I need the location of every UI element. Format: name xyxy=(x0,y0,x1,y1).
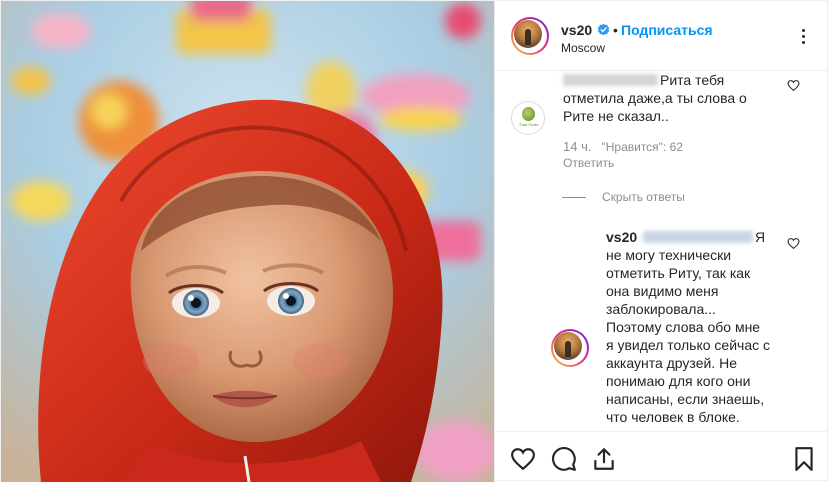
reply-like-heart-icon[interactable] xyxy=(787,237,800,250)
comment-meta: 14 ч. "Нравится": 62 xyxy=(563,139,683,154)
comments-list[interactable]: Fast Fruits Рита тебя отметила даже,а ты… xyxy=(495,71,828,431)
share-icon[interactable] xyxy=(591,446,617,472)
post-location[interactable]: Moscow xyxy=(561,41,605,55)
comment-time[interactable]: 14 ч. xyxy=(563,139,591,154)
reply-username[interactable]: vs20 xyxy=(606,229,637,245)
comment-icon[interactable] xyxy=(551,446,577,472)
reply-button[interactable]: Ответить xyxy=(563,156,614,170)
post-header: vs20 • Подписаться Moscow xyxy=(495,1,828,71)
post-image[interactable] xyxy=(1,1,494,482)
reply-author-avatar[interactable] xyxy=(551,329,589,367)
hide-replies-line xyxy=(562,197,586,199)
reply-text: Я не могу технически отметить Риту, так … xyxy=(606,229,771,425)
comment-body: Рита тебя отметила даже,а ты слова о Рит… xyxy=(563,71,773,125)
bookmark-icon[interactable] xyxy=(791,446,817,472)
more-options-icon[interactable] xyxy=(795,28,813,46)
instagram-post: vs20 • Подписаться Moscow Fast Fruits Ри… xyxy=(0,0,828,482)
comment-likes[interactable]: "Нравится": 62 xyxy=(601,140,683,154)
author-username[interactable]: vs20 xyxy=(561,22,592,38)
post-side-panel: vs20 • Подписаться Moscow Fast Fruits Ри… xyxy=(494,1,828,482)
reply-body: vs20 Я не могу технически отметить Риту,… xyxy=(606,228,771,426)
verified-badge-icon xyxy=(597,23,610,36)
heart-icon[interactable] xyxy=(510,446,536,472)
child-portrait-illustration xyxy=(1,1,494,482)
post-actions-bar xyxy=(495,431,828,482)
hide-replies-button[interactable]: Скрыть ответы xyxy=(562,190,685,204)
follow-button[interactable]: Подписаться xyxy=(621,22,713,38)
author-avatar[interactable] xyxy=(511,17,549,55)
separator-dot: • xyxy=(613,22,618,38)
comment-like-heart-icon[interactable] xyxy=(787,79,800,92)
commenter-avatar[interactable]: Fast Fruits xyxy=(511,101,545,135)
commenter-username-blurred[interactable] xyxy=(563,74,658,86)
mention-blurred[interactable] xyxy=(643,231,754,243)
